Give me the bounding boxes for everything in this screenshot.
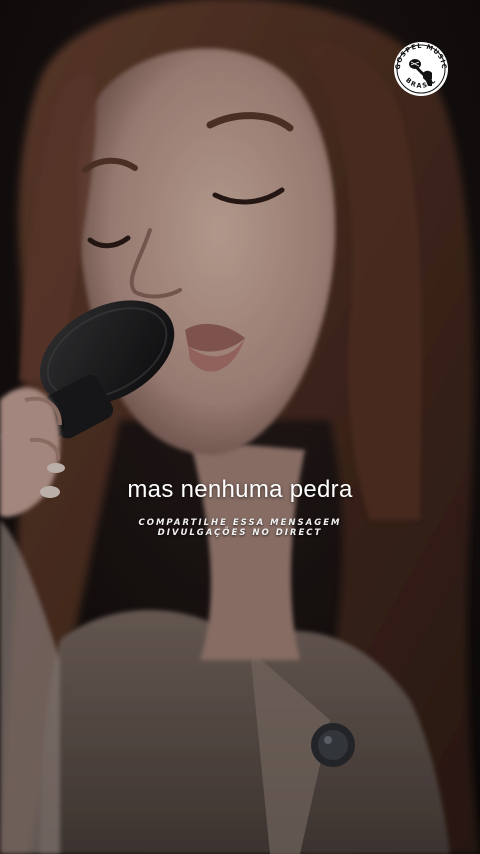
dim-overlay <box>0 0 480 854</box>
video-frame: GOSPEL MUSIC BRASIL mas nenhuma pedra CO… <box>0 0 480 854</box>
direct-message-line: DIVULGAÇÕES NO DIRECT <box>157 528 323 538</box>
share-message-line: COMPARTILHE ESSA MENSAGEM <box>138 518 342 528</box>
microphone-fist-icon: GOSPEL MUSIC BRASIL <box>394 42 448 96</box>
lyric-caption: mas nenhuma pedra <box>127 476 353 503</box>
